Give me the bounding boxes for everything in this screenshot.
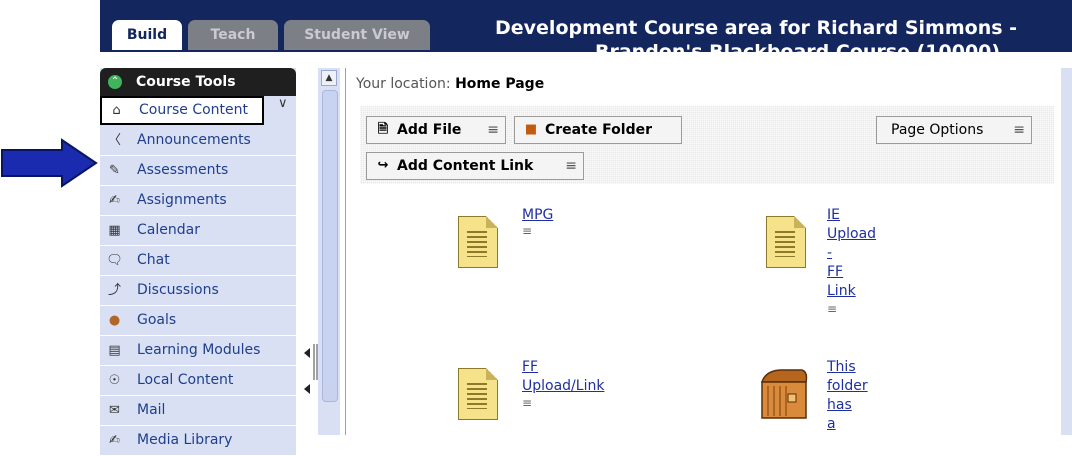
sidebar-item-label: Chat bbox=[137, 252, 170, 268]
folder-icon[interactable] bbox=[758, 366, 808, 420]
file-icon[interactable] bbox=[458, 216, 498, 268]
page-options-label: Page Options bbox=[891, 122, 984, 138]
chevron-down-icon[interactable]: ≡ bbox=[827, 302, 837, 316]
tab-build[interactable]: Build bbox=[112, 20, 182, 50]
content-item-link[interactable]: MPG bbox=[522, 206, 553, 225]
location-page[interactable]: Home Page bbox=[455, 76, 544, 92]
tab-student-view[interactable]: Student View bbox=[284, 20, 430, 50]
sidebar-item-label: Assignments bbox=[137, 192, 227, 208]
add-file-button[interactable]: 🗎 Add File ≡ bbox=[366, 116, 506, 144]
chevron-down-icon: ≡ bbox=[565, 158, 577, 174]
sidebar-item-label: Course Content bbox=[139, 102, 249, 118]
home-icon: ⌂ bbox=[112, 103, 121, 118]
sidebar-item-label: Goals bbox=[137, 312, 177, 328]
module-book-icon: ▤ bbox=[108, 343, 121, 358]
header-band: Build Teach Student View Development Cou… bbox=[100, 0, 1072, 52]
megaphone-icon: 〈 bbox=[107, 133, 121, 148]
sidebar-item-label: Calendar bbox=[137, 222, 200, 238]
chevron-down-icon: ≡ bbox=[487, 122, 499, 138]
chevron-down-icon: ≡ bbox=[1013, 122, 1025, 138]
sidebar-item-local-content[interactable]: ☉ Local Content bbox=[100, 366, 296, 396]
course-tools-sidebar: ⌃ Course Tools ⌂ Course Content 〈 Announ… bbox=[100, 68, 296, 456]
sidebar-item-mail[interactable]: ✉ Mail bbox=[100, 396, 296, 426]
sidebar-item-assignments[interactable]: ✍ Assignments bbox=[100, 186, 296, 216]
location-prefix: Your location: bbox=[356, 76, 451, 92]
sidebar-item-learning-modules[interactable]: ▤ Learning Modules bbox=[100, 336, 296, 366]
assignment-icon: ✍ bbox=[109, 193, 120, 208]
content-item-link[interactable]: This folder has a bbox=[827, 358, 868, 434]
chat-bubble-icon: 🗨 bbox=[106, 253, 123, 268]
sidebar-item-chat[interactable]: 🗨 Chat bbox=[100, 246, 296, 276]
action-bar: 🗎 Add File ≡ ■ Create Folder Page Option… bbox=[360, 106, 1054, 184]
add-content-link-button[interactable]: ↪ Add Content Link ≡ bbox=[366, 152, 584, 180]
discussion-pin-icon: ⤴ bbox=[107, 283, 121, 298]
breadcrumb: Your location: Home Page bbox=[356, 76, 544, 92]
sidebar-item-label: Media Library bbox=[137, 432, 233, 448]
file-icon[interactable] bbox=[458, 368, 498, 420]
content-area: Your location: Home Page 🗎 Add File ≡ ■ … bbox=[345, 68, 1062, 435]
course-title-line2: Brandon's Blackboard Course (10000) bbox=[595, 41, 1001, 52]
sidebar-item-label: Announcements bbox=[137, 132, 251, 148]
sidebar-item-label: Assessments bbox=[137, 162, 229, 178]
blue-pointer-arrow bbox=[1, 138, 98, 188]
folder-icon: ■ bbox=[524, 122, 538, 137]
calendar-icon: ▦ bbox=[108, 223, 121, 238]
sidebar-item-label: Mail bbox=[137, 402, 166, 418]
link-icon: ↪ bbox=[377, 158, 389, 173]
scrollbar-thumb[interactable] bbox=[322, 90, 338, 402]
envelope-icon: ✉ bbox=[109, 403, 120, 418]
sidebar-item-label: Learning Modules bbox=[137, 342, 261, 358]
content-item-link[interactable]: FF Upload/Link bbox=[522, 358, 604, 396]
create-folder-button[interactable]: ■ Create Folder bbox=[514, 116, 682, 144]
sidebar-item-assessments[interactable]: ✎ Assessments bbox=[100, 156, 296, 186]
course-tools-header[interactable]: ⌃ Course Tools bbox=[100, 68, 296, 96]
content-scrollbar[interactable] bbox=[1061, 68, 1072, 435]
course-tools-label: Course Tools bbox=[136, 74, 236, 90]
create-folder-label: Create Folder bbox=[545, 122, 653, 138]
sidebar-item-calendar[interactable]: ▦ Calendar bbox=[100, 216, 296, 246]
chevron-down-icon[interactable]: ≡ bbox=[522, 396, 532, 410]
sidebar-item-course-content[interactable]: ⌂ Course Content bbox=[100, 96, 264, 125]
tab-teach[interactable]: Teach bbox=[188, 20, 278, 50]
course-title: Development Course area for Richard Simm… bbox=[495, 17, 1018, 39]
page-options-button[interactable]: Page Options ≡ bbox=[876, 116, 1032, 144]
sidebar-item-announcements[interactable]: 〈 Announcements bbox=[100, 126, 296, 156]
sidebar-item-label: Local Content bbox=[137, 372, 234, 388]
local-disc-icon: ☉ bbox=[108, 373, 121, 388]
sidebar-scrollbar[interactable]: ▲ bbox=[318, 68, 340, 435]
goals-icon: ● bbox=[108, 313, 121, 328]
file-icon[interactable] bbox=[766, 216, 806, 268]
sidebar-item-media-library[interactable]: ✍ Media Library bbox=[100, 426, 296, 456]
scroll-up-icon[interactable]: ▲ bbox=[321, 70, 337, 86]
sidebar-item-label: Discussions bbox=[137, 282, 219, 298]
collapse-up-icon[interactable]: ⌃ bbox=[108, 75, 122, 89]
add-content-link-label: Add Content Link bbox=[397, 158, 534, 174]
add-file-label: Add File bbox=[397, 122, 462, 138]
chevron-down-icon[interactable]: ≡ bbox=[522, 224, 532, 238]
content-item-link[interactable]: IE Upload - FF Link bbox=[827, 206, 876, 301]
assessment-icon: ✎ bbox=[109, 163, 120, 178]
expand-chevron-icon[interactable]: ∨ bbox=[278, 96, 294, 112]
document-icon: 🗎 bbox=[377, 122, 389, 137]
sidebar-item-goals[interactable]: ● Goals bbox=[100, 306, 296, 336]
sidebar-item-discussions[interactable]: ⤴ Discussions bbox=[100, 276, 296, 306]
